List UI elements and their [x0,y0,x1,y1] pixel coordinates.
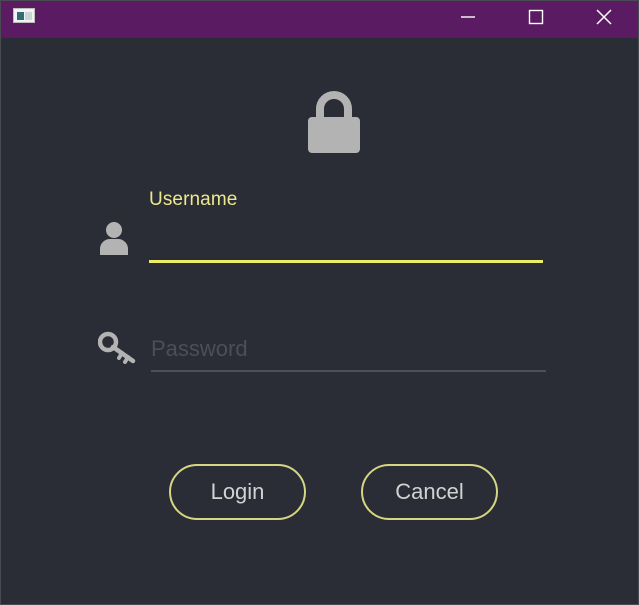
app-window-icon [13,8,35,23]
username-label: Username [149,189,238,210]
close-icon [596,9,612,25]
user-icon [100,222,128,255]
close-button[interactable] [570,1,638,32]
minimize-icon [461,16,475,18]
lock-icon [308,91,360,153]
maximize-button[interactable] [502,1,570,32]
key-icon [98,331,136,364]
login-window: Username Login Cancel [0,0,639,605]
cancel-button[interactable]: Cancel [361,464,498,520]
title-bar[interactable] [1,1,638,38]
minimize-button[interactable] [434,1,502,32]
login-button[interactable]: Login [169,464,306,520]
maximize-icon [528,9,544,25]
password-field[interactable] [151,328,546,372]
username-field[interactable] [149,223,543,263]
